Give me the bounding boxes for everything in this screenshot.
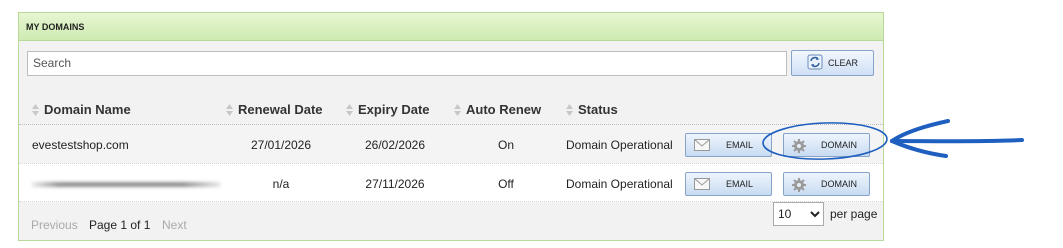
previous-page-link[interactable]: Previous	[31, 218, 78, 232]
search-input[interactable]	[27, 50, 787, 76]
email-button[interactable]: EMAIL	[685, 172, 772, 196]
domain-name-cell: evestestshop.com	[32, 137, 129, 152]
annotation-arrow-head-bottom	[890, 139, 948, 158]
next-page-link[interactable]: Next	[162, 218, 187, 232]
renewal-date-cell: n/a	[272, 176, 290, 191]
domain-button[interactable]: DOMAIN	[783, 133, 870, 157]
per-page-select[interactable]: 10	[773, 202, 824, 226]
renewal-date-cell: 27/01/2026	[250, 137, 312, 152]
annotation-arrow-head-top	[890, 119, 950, 143]
auto-renew-cell: On	[497, 137, 514, 152]
table-row: n/a 27/11/2026 Off Domain Operational EM…	[19, 163, 883, 202]
column-label: Expiry Date	[358, 102, 430, 117]
sort-icon	[226, 103, 233, 116]
per-page-label: per page	[830, 207, 878, 221]
table-header: Domain Name Renewal Date Expiry Date Aut…	[19, 96, 883, 123]
annotation-arrow	[890, 138, 1024, 144]
expiry-date-cell: 27/11/2026	[365, 176, 425, 191]
column-label: Status	[578, 102, 618, 117]
column-header-expiry-date[interactable]: Expiry Date	[346, 102, 430, 117]
clear-button-label: CLEAR	[827, 58, 858, 68]
column-header-domain-name[interactable]: Domain Name	[32, 102, 131, 117]
domain-button-label: DOMAIN	[821, 140, 857, 150]
domain-button[interactable]: DOMAIN	[783, 172, 870, 196]
envelope-icon	[694, 139, 710, 154]
sort-icon	[566, 103, 573, 116]
email-button-label: EMAIL	[726, 140, 754, 150]
sort-icon	[346, 103, 353, 116]
envelope-icon	[694, 178, 710, 193]
sort-icon	[454, 103, 461, 116]
column-header-renewal-date[interactable]: Renewal Date	[226, 102, 323, 117]
gear-icon	[792, 178, 806, 195]
column-label: Domain Name	[44, 102, 131, 117]
expiry-date-cell: 26/02/2026	[364, 137, 426, 152]
refresh-icon	[807, 54, 823, 73]
column-label: Renewal Date	[238, 102, 323, 117]
auto-renew-cell: Off	[498, 176, 514, 191]
gear-icon	[792, 139, 806, 156]
my-domains-panel: MY DOMAINS CLEAR Domain Name Renewal	[18, 12, 884, 241]
status-cell: Domain Operational	[566, 137, 673, 152]
sort-icon	[32, 103, 39, 116]
panel-title: MY DOMAINS	[26, 21, 85, 32]
clear-button[interactable]: CLEAR	[791, 50, 874, 76]
column-label: Auto Renew	[466, 102, 542, 117]
email-button[interactable]: EMAIL	[685, 133, 772, 157]
search-row: CLEAR	[27, 50, 874, 76]
per-page-control: 10 per page	[773, 202, 877, 226]
panel-header: MY DOMAINS	[19, 13, 883, 41]
column-header-status[interactable]: Status	[566, 102, 618, 117]
domain-button-label: DOMAIN	[821, 179, 857, 189]
email-button-label: EMAIL	[726, 179, 754, 189]
redacted-domain-name	[31, 182, 221, 187]
pagination-bar: Previous Page 1 of 1 Next 10 per page	[19, 202, 883, 241]
page-info: Page 1 of 1	[89, 218, 151, 232]
table-row: evestestshop.com 27/01/2026 26/02/2026 O…	[19, 124, 883, 163]
column-header-auto-renew[interactable]: Auto Renew	[454, 102, 541, 117]
status-cell: Domain Operational	[566, 176, 673, 191]
